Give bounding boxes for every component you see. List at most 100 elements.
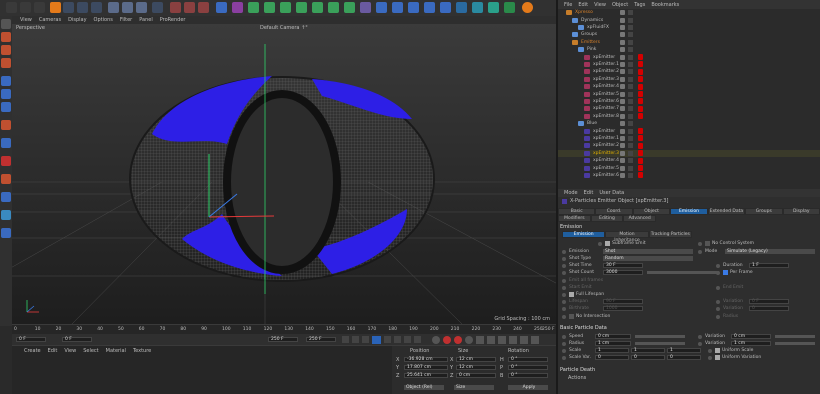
attr-tab[interactable]: Modifiers bbox=[558, 215, 591, 222]
enable-check-icon[interactable] bbox=[628, 84, 633, 90]
xp-tag-icon[interactable] bbox=[638, 172, 643, 179]
xp-emitter-icon[interactable] bbox=[440, 2, 451, 13]
object-row[interactable]: xpEmitter.2 bbox=[558, 68, 820, 75]
visibility-dots-icon[interactable] bbox=[620, 91, 625, 97]
camera-icon[interactable] bbox=[392, 2, 403, 13]
key-selection-icon[interactable] bbox=[465, 336, 473, 344]
scale-z-field[interactable]: 1 bbox=[667, 348, 701, 353]
uniform-variation-checkbox[interactable] bbox=[715, 355, 720, 360]
enable-check-icon[interactable] bbox=[628, 165, 633, 171]
timeline-menu-icon[interactable] bbox=[531, 336, 539, 344]
object-row[interactable]: xpEmitter.4 bbox=[558, 157, 820, 164]
coord-position-field[interactable]: -36.928 cm bbox=[404, 357, 448, 362]
model-mode-icon[interactable] bbox=[1, 32, 11, 42]
pos-key-icon[interactable] bbox=[476, 336, 484, 344]
object-row[interactable]: xpEmitter.5 bbox=[558, 90, 820, 98]
enable-check-icon[interactable] bbox=[628, 172, 633, 178]
enable-check-icon[interactable] bbox=[628, 69, 633, 75]
edges-mode-icon[interactable] bbox=[1, 89, 11, 99]
radius-variation-field[interactable]: 1 cm bbox=[731, 341, 771, 346]
emission-select[interactable]: Shot bbox=[603, 249, 693, 254]
scale-icon[interactable] bbox=[77, 2, 88, 13]
cube-icon[interactable] bbox=[216, 2, 227, 13]
subframe-emit-checkbox[interactable] bbox=[605, 241, 610, 246]
material-menu-material[interactable]: Material bbox=[106, 348, 126, 354]
xp-tag-icon[interactable] bbox=[638, 83, 643, 90]
object-row[interactable]: xpEmitter.1 bbox=[558, 61, 820, 68]
duration-field[interactable]: 1 F bbox=[749, 263, 789, 268]
rotate-icon[interactable] bbox=[91, 2, 102, 13]
no-intersection-checkbox[interactable] bbox=[569, 314, 574, 319]
coord-size-field[interactable]: 12 cm bbox=[456, 365, 496, 370]
enable-check-icon[interactable] bbox=[628, 121, 633, 127]
coord-rotation-field[interactable]: 0 ° bbox=[508, 357, 548, 362]
viewport[interactable]: Perspective Default Camera ↑° Grid Spaci… bbox=[12, 24, 556, 324]
deformer2-icon[interactable] bbox=[344, 2, 355, 13]
motion-path-icon[interactable] bbox=[432, 336, 440, 344]
subdivision-icon[interactable] bbox=[248, 2, 259, 13]
select-icon[interactable] bbox=[34, 2, 45, 13]
menu-view[interactable]: View bbox=[20, 17, 32, 23]
visibility-dots-icon[interactable] bbox=[620, 172, 625, 178]
am-menu-user-data[interactable]: User Data bbox=[599, 190, 624, 196]
max-frame-field[interactable]: 250 F bbox=[268, 337, 298, 342]
xp-tag-icon[interactable] bbox=[638, 76, 643, 83]
move-icon[interactable] bbox=[63, 2, 74, 13]
scale-y-field[interactable]: 1 bbox=[631, 348, 665, 353]
enable-check-icon[interactable] bbox=[628, 113, 633, 119]
enable-check-icon[interactable] bbox=[628, 17, 633, 23]
mograph-icon[interactable] bbox=[296, 2, 307, 13]
polygons-mode-icon[interactable] bbox=[1, 102, 11, 112]
object-row[interactable]: Blue bbox=[558, 120, 820, 127]
enable-check-icon[interactable] bbox=[628, 32, 633, 38]
scale-key-icon[interactable] bbox=[487, 336, 495, 344]
speed-field[interactable]: 0 cm bbox=[595, 334, 631, 339]
render-settings-icon[interactable] bbox=[198, 2, 209, 13]
play-icon[interactable] bbox=[372, 336, 381, 344]
pen-icon[interactable] bbox=[232, 2, 243, 13]
record-icon[interactable] bbox=[443, 336, 451, 344]
attr-tab[interactable]: Advanced bbox=[623, 215, 657, 222]
material-menu-texture[interactable]: Texture bbox=[133, 348, 151, 354]
object-row[interactable]: xpEmitter.8 bbox=[558, 113, 820, 120]
visibility-dots-icon[interactable] bbox=[620, 32, 625, 38]
coord-rotation-field[interactable]: 0 ° bbox=[508, 373, 548, 378]
object-row[interactable]: Groups bbox=[558, 31, 820, 38]
menu-options[interactable]: Options bbox=[94, 17, 113, 23]
next-frame-icon[interactable] bbox=[384, 336, 391, 343]
next-key-icon[interactable] bbox=[394, 336, 401, 343]
uniform-scale-checkbox[interactable] bbox=[715, 348, 720, 353]
visibility-dots-icon[interactable] bbox=[620, 165, 625, 171]
z-axis-icon[interactable] bbox=[136, 2, 147, 13]
xp-tag-icon[interactable] bbox=[638, 61, 643, 68]
attr-tab[interactable]: Coord. bbox=[595, 208, 633, 215]
object-row[interactable]: xpEmitter.6 bbox=[558, 98, 820, 105]
enable-check-icon[interactable] bbox=[628, 150, 633, 156]
per-frame-checkbox[interactable] bbox=[723, 270, 728, 275]
rot-key-icon[interactable] bbox=[498, 336, 506, 344]
om-menu-object[interactable]: Object bbox=[612, 2, 628, 8]
tweak-icon[interactable] bbox=[1, 138, 11, 148]
attr-tab[interactable]: Object bbox=[632, 208, 671, 215]
radius-variation-slider[interactable] bbox=[775, 342, 815, 345]
menu-cameras[interactable]: Cameras bbox=[39, 17, 61, 23]
menu-prorender[interactable]: ProRender bbox=[160, 17, 186, 23]
scene-icon[interactable] bbox=[376, 2, 387, 13]
attr-tab[interactable]: Editing bbox=[590, 215, 624, 222]
coord-mode-select[interactable]: Object (Rel) bbox=[404, 385, 444, 390]
visibility-dots-icon[interactable] bbox=[620, 24, 625, 30]
enable-check-icon[interactable] bbox=[628, 98, 633, 104]
enable-check-icon[interactable] bbox=[628, 61, 633, 67]
no-control-checkbox[interactable] bbox=[705, 241, 710, 246]
material-menu-view[interactable]: View bbox=[64, 348, 76, 354]
x-axis-icon[interactable] bbox=[108, 2, 119, 13]
object-row[interactable]: xpEmitter.1 bbox=[558, 135, 820, 142]
field-icon[interactable] bbox=[360, 2, 371, 13]
scale-var-z-field[interactable]: 0 bbox=[667, 355, 701, 360]
visibility-dots-icon[interactable] bbox=[620, 128, 625, 134]
mode-select[interactable]: Simulate (Legacy) bbox=[725, 249, 815, 254]
param-key-icon[interactable] bbox=[509, 336, 517, 344]
points-mode-icon[interactable] bbox=[1, 76, 11, 86]
om-menu-edit[interactable]: Edit bbox=[578, 2, 588, 8]
speed-variation-field[interactable]: 0 cm bbox=[731, 334, 771, 339]
